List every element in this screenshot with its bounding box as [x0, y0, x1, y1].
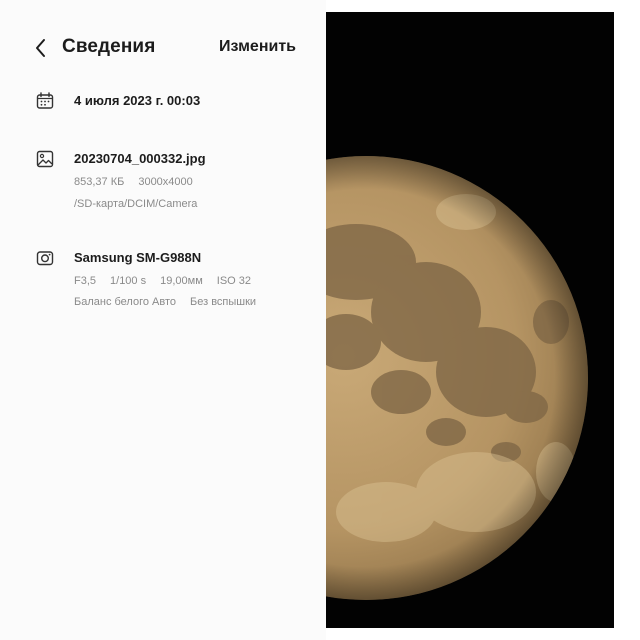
moon-image: [326, 12, 614, 628]
file-meta: 853,37 КБ 3000x4000: [74, 176, 193, 188]
camera-icon: [36, 249, 54, 267]
chevron-left-icon: [30, 36, 52, 60]
focal-length: 19,00мм: [160, 275, 203, 287]
back-button[interactable]: [30, 36, 52, 60]
camera-exposure: F3,5 1/100 s 19,00мм ISO 32: [74, 275, 251, 287]
iso: ISO 32: [216, 275, 252, 287]
file-name: 20230704_000332.jpg: [74, 151, 206, 166]
screen: Сведения Изменить 4 июля 2023 г. 00:03 2…: [0, 0, 640, 640]
details-panel: Сведения Изменить 4 июля 2023 г. 00:03 2…: [0, 0, 326, 640]
file-path: /SD-карта/DCIM/Camera: [74, 198, 198, 210]
header: Сведения Изменить: [0, 28, 326, 68]
calendar-icon: [36, 92, 54, 110]
camera-settings: Баланс белого Авто Без вспышки: [74, 296, 256, 308]
file-resolution: 3000x4000: [138, 176, 193, 188]
camera-model: Samsung SM-G988N: [74, 250, 202, 265]
flash: Без вспышки: [190, 296, 257, 308]
page-title: Сведения: [62, 36, 156, 57]
shutter-speed: 1/100 s: [110, 275, 147, 287]
file-size: 853,37 КБ: [74, 176, 125, 188]
edit-button[interactable]: Изменить: [219, 38, 296, 56]
aperture: F3,5: [74, 275, 97, 287]
image-icon: [36, 150, 54, 168]
photo-preview[interactable]: [326, 12, 614, 628]
white-balance: Баланс белого Авто: [74, 296, 177, 308]
date-value: 4 июля 2023 г. 00:03: [74, 93, 201, 108]
